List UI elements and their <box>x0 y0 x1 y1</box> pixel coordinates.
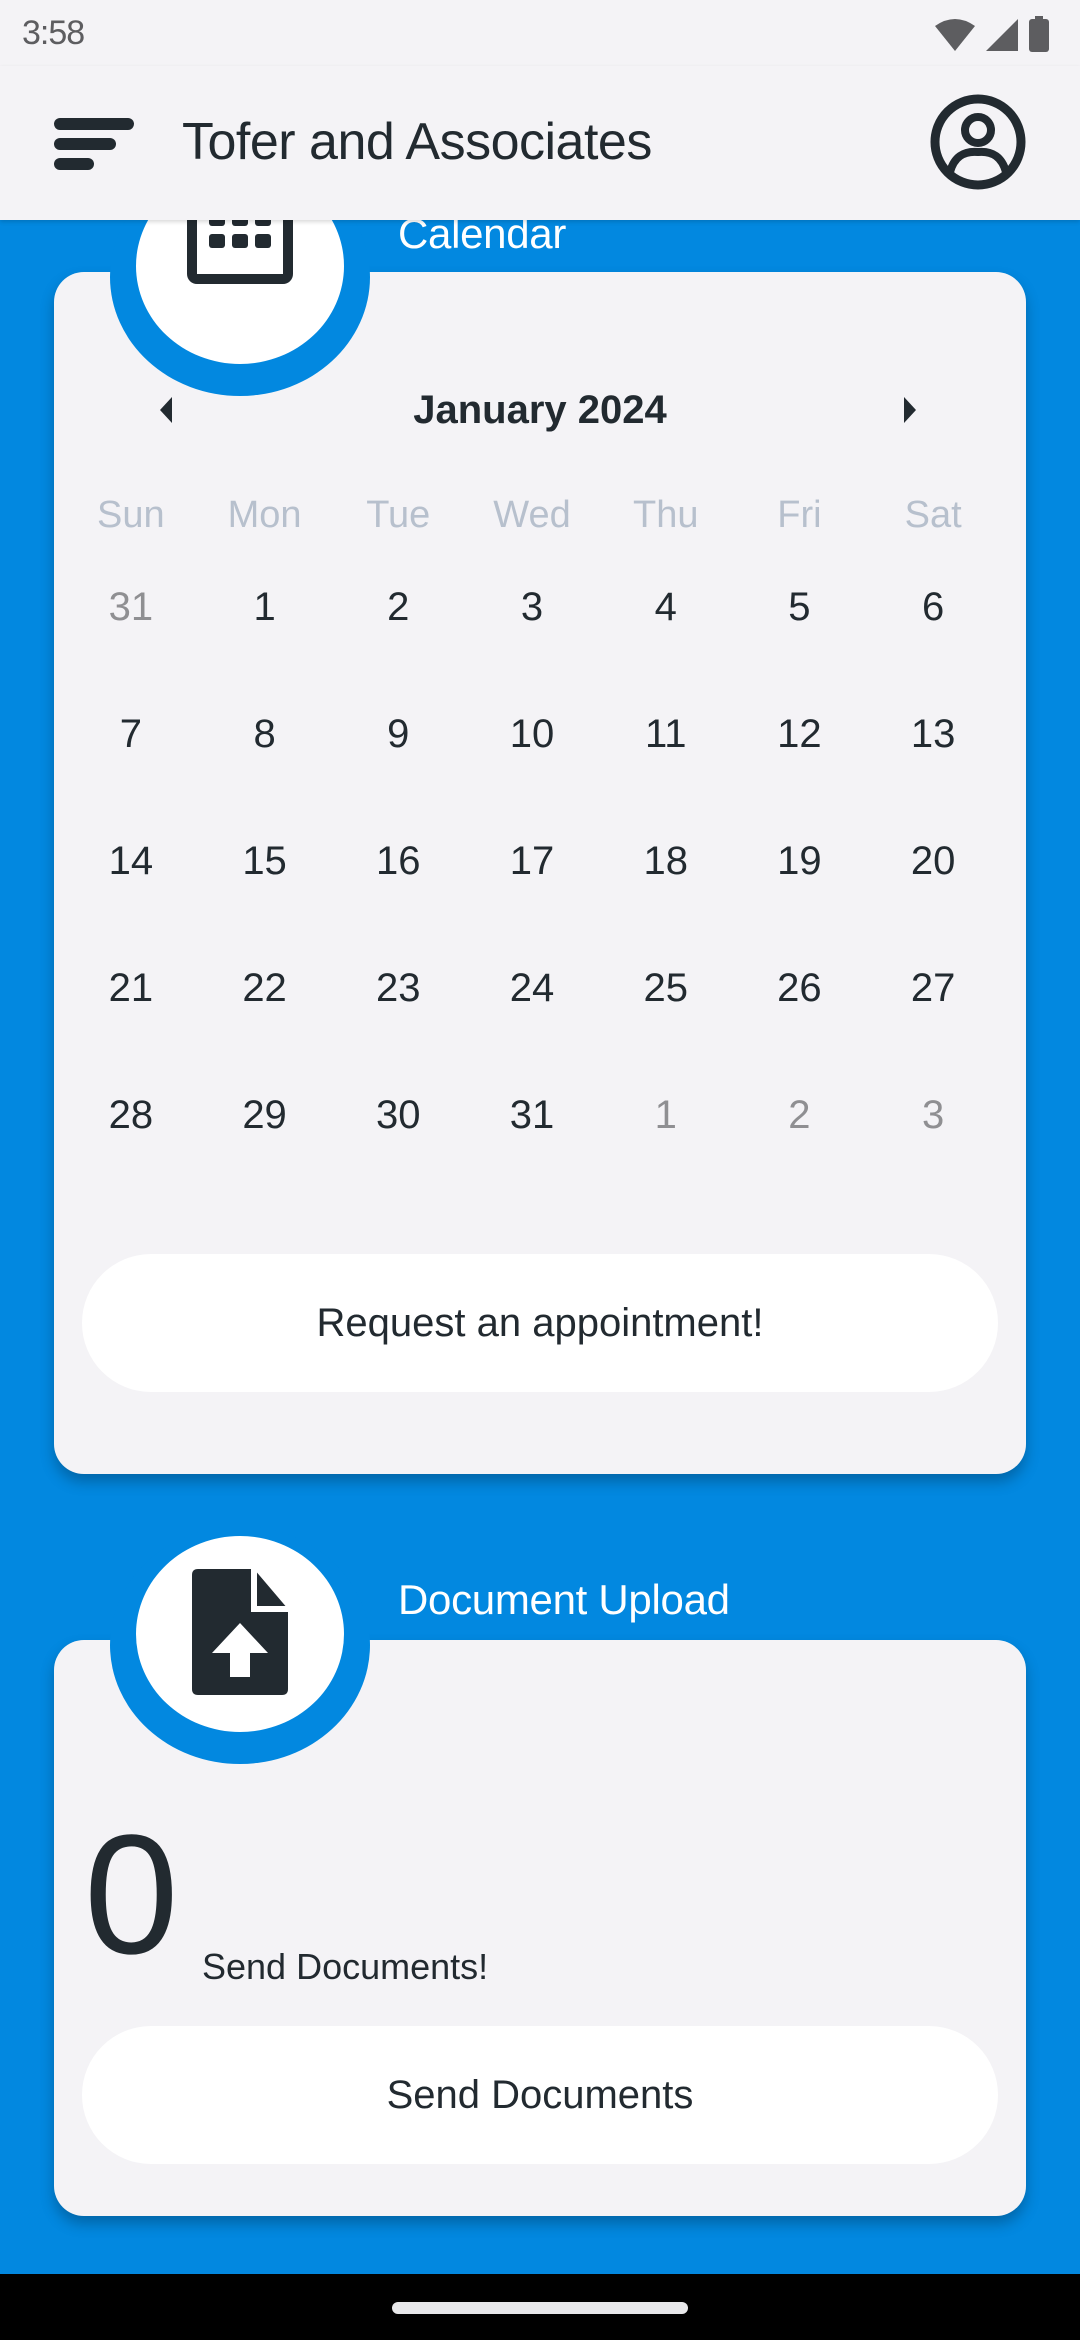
calendar-day[interactable]: 28 <box>64 1090 198 1217</box>
calendar-day[interactable]: 11 <box>599 709 733 836</box>
document-caption: Send Documents! <box>202 1946 489 1987</box>
calendar-day[interactable]: 6 <box>866 582 1000 709</box>
calendar-day[interactable]: 19 <box>733 836 867 963</box>
system-navigation-bar <box>0 2274 1080 2340</box>
weekday-label: Sun <box>97 494 165 536</box>
calendar-day[interactable]: 2 <box>331 582 465 709</box>
account-button[interactable] <box>928 92 1028 192</box>
calendar-day[interactable]: 16 <box>331 836 465 963</box>
calendar-day[interactable]: 24 <box>465 963 599 1090</box>
calendar-day[interactable]: 29 <box>198 1090 332 1217</box>
chevron-right-icon <box>900 395 920 430</box>
calendar-day[interactable]: 13 <box>866 709 1000 836</box>
file-upload-icon <box>192 1568 288 1700</box>
menu-button[interactable] <box>50 114 140 174</box>
calendar-day[interactable]: 3 <box>465 582 599 709</box>
weekday-label: Thu <box>632 494 699 536</box>
document-count: 0 <box>84 1800 179 1990</box>
weekday-label: Tue <box>366 494 431 536</box>
status-time: 3:58 <box>22 14 85 52</box>
document-section-title: Document Upload <box>398 1576 730 1623</box>
calendar-day[interactable]: 30 <box>331 1090 465 1217</box>
weekday-header-row: Sun Mon Tue Wed Thu Fri Sat <box>64 494 1000 537</box>
calendar-day[interactable]: 8 <box>198 709 332 836</box>
weekday-label: Sat <box>904 494 962 536</box>
weekday-label: Wed <box>493 494 571 536</box>
app-bar: Tofer and Associates <box>0 66 1080 220</box>
calendar-days-grid: 31 1 2 3 4 5 6 7 8 9 10 11 12 13 14 15 16 17 18 19 20 21 22 23 2… <box>64 582 1000 1217</box>
calendar-day[interactable]: 25 <box>599 963 733 1090</box>
calendar-day[interactable]: 15 <box>198 836 332 963</box>
calendar-day[interactable]: 10 <box>465 709 599 836</box>
home-gesture-handle[interactable] <box>392 2302 688 2314</box>
wifi-icon <box>934 18 976 57</box>
calendar-day[interactable]: 23 <box>331 963 465 1090</box>
calendar-day[interactable]: 12 <box>733 709 867 836</box>
send-documents-button[interactable]: Send Documents <box>82 2026 998 2164</box>
calendar-day[interactable]: 17 <box>465 836 599 963</box>
battery-icon <box>1028 16 1050 57</box>
weekday-label: Mon <box>227 494 302 536</box>
calendar-day[interactable]: 20 <box>866 836 1000 963</box>
calendar-day[interactable]: 3 <box>866 1090 1000 1217</box>
calendar-day[interactable]: 2 <box>733 1090 867 1217</box>
month-label: January 2024 <box>413 388 667 432</box>
calendar-day[interactable]: 26 <box>733 963 867 1090</box>
weekday-label: Fri <box>777 494 822 536</box>
app-title: Tofer and Associates <box>182 113 652 171</box>
cellular-signal-icon <box>984 18 1020 57</box>
calendar-day[interactable]: 14 <box>64 836 198 963</box>
calendar-day[interactable]: 31 <box>465 1090 599 1217</box>
account-circle-icon <box>928 94 1028 196</box>
calendar-day[interactable]: 7 <box>64 709 198 836</box>
calendar-day[interactable]: 1 <box>599 1090 733 1217</box>
calendar-day[interactable]: 9 <box>331 709 465 836</box>
next-month-button[interactable] <box>890 392 930 432</box>
calendar-day[interactable]: 5 <box>733 582 867 709</box>
request-appointment-button[interactable]: Request an appointment! <box>82 1254 998 1392</box>
calendar-card: January 2024 Sun Mon Tue Wed Thu Fri Sat… <box>54 272 1026 1474</box>
calendar-day[interactable]: 18 <box>599 836 733 963</box>
calendar-day[interactable]: 31 <box>64 582 198 709</box>
calendar-day[interactable]: 4 <box>599 582 733 709</box>
calendar-day[interactable]: 21 <box>64 963 198 1090</box>
calendar-day[interactable]: 1 <box>198 582 332 709</box>
status-bar: 3:58 <box>0 0 1080 66</box>
menu-icon <box>50 118 140 178</box>
calendar-day[interactable]: 27 <box>866 963 1000 1090</box>
calendar-day[interactable]: 22 <box>198 963 332 1090</box>
status-icons <box>934 16 1050 57</box>
document-badge <box>110 1526 370 1764</box>
